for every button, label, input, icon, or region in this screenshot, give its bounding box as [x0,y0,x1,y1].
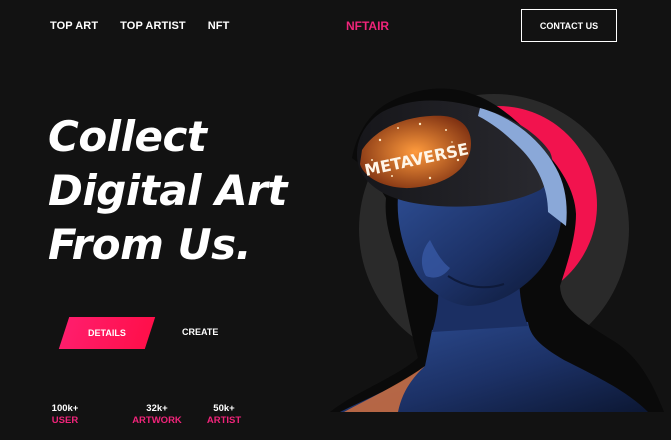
nav-top-art[interactable]: TOP ART [50,20,98,32]
stat-artwork-label: ARTWORK [132,415,182,426]
stat-users-value: 100k+ [51,403,79,414]
nav-top-artist[interactable]: TOP ARTIST [120,20,186,32]
stat-artwork-value: 32k+ [146,403,168,414]
brand-logo[interactable]: NFTAIR [346,19,389,33]
top-nav: TOP ART TOP ARTIST NFT [50,20,229,32]
headline-line-2: Digital Art [48,166,287,215]
details-button-label: DETAILS [88,328,126,338]
stat-artwork: 32k+ ARTWORK [127,403,187,427]
headline-line-3: From Us. [48,220,252,269]
headline-line-1: Collect [48,112,207,161]
stat-users-label: USER [51,415,79,426]
stat-artist-label: ARTIST [206,415,242,426]
nav-nft[interactable]: NFT [208,20,230,32]
details-button[interactable]: DETAILS [58,317,156,349]
create-button[interactable]: CREATE [182,327,218,337]
contact-button[interactable]: CONTACT US [521,9,617,42]
stats-row: 100k+ USER 32k+ ARTWORK 50k+ ARTIST [50,403,244,427]
hero-headline: Collect Digital Art From Us. [48,110,287,272]
hero-image: METAVERSE [330,88,664,413]
stat-artist: 50k+ ARTIST [204,403,244,427]
stat-users: 100k+ USER [50,403,80,427]
stat-artist-value: 50k+ [213,403,235,414]
